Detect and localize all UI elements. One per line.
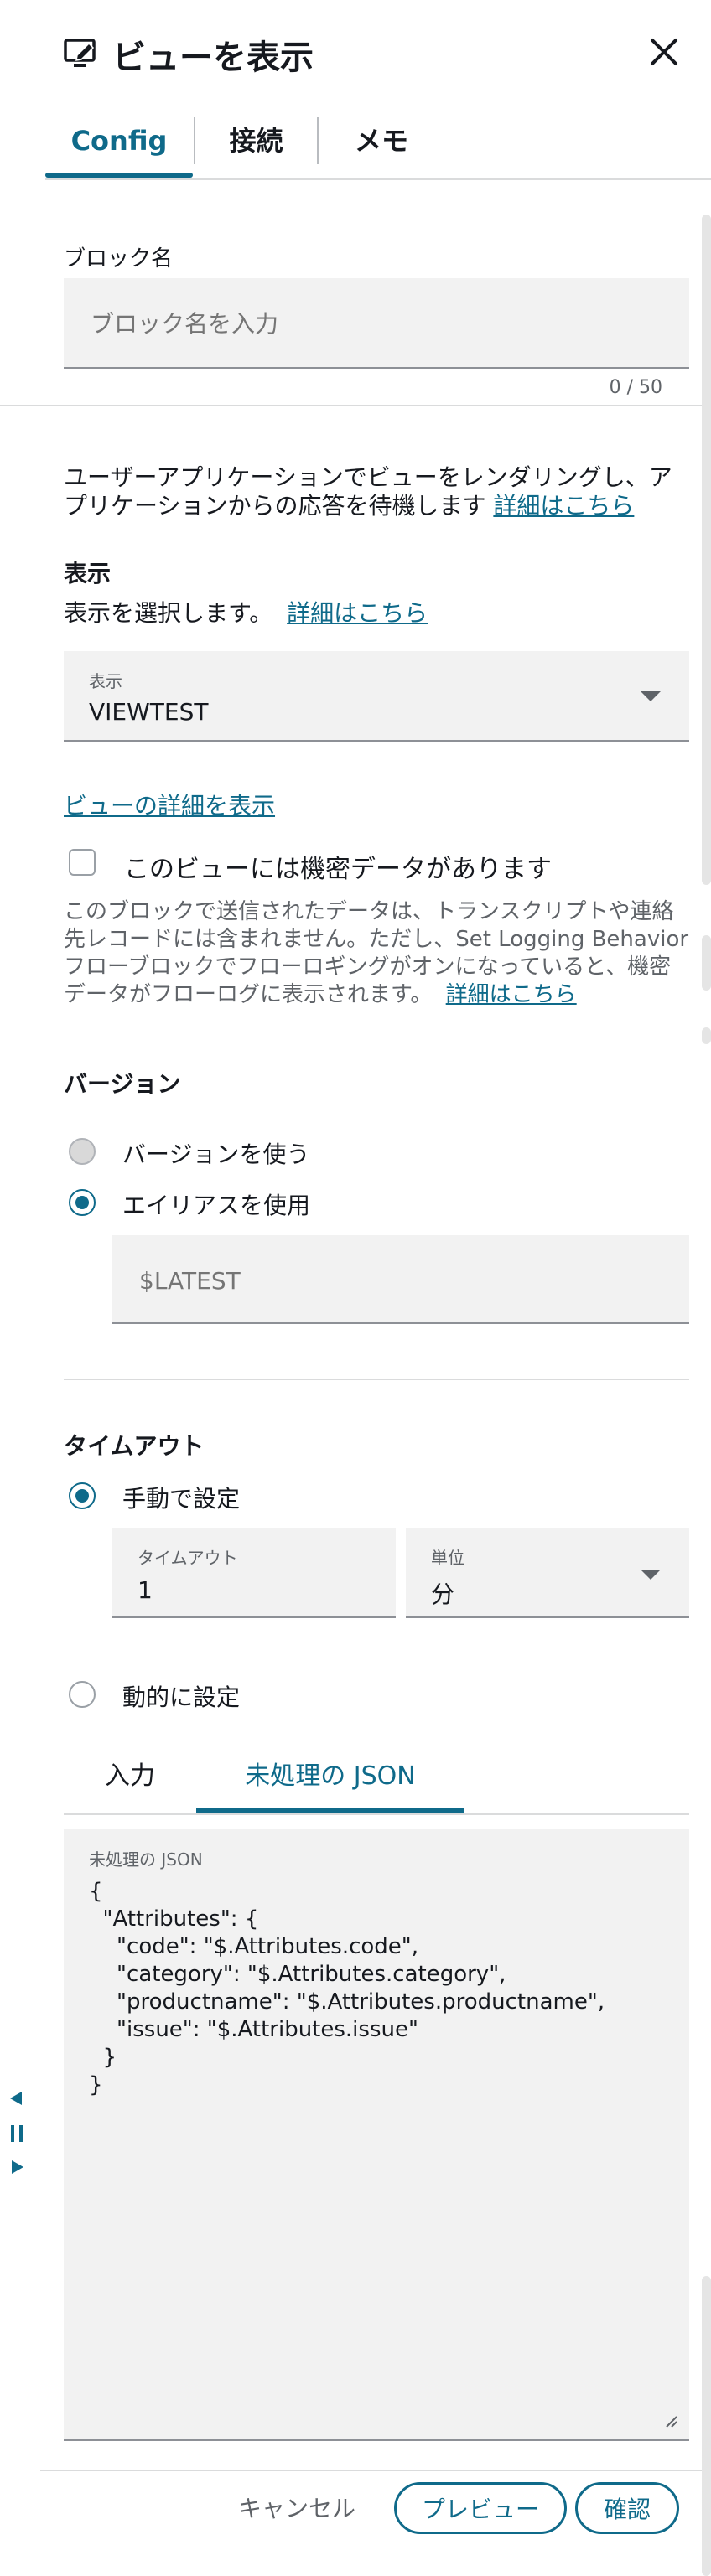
triangle-right-icon[interactable] bbox=[8, 2159, 25, 2175]
timeout-field-label: タイムアウト bbox=[138, 1548, 238, 1568]
timeout-radio-manual[interactable] bbox=[69, 1482, 96, 1509]
section-divider bbox=[0, 405, 711, 406]
json-tabs-underline bbox=[64, 1813, 689, 1815]
header-icon bbox=[64, 37, 101, 70]
description-line-2: プリケーションからの応答を待機します bbox=[64, 492, 486, 520]
display-select-value: VIEWTEST bbox=[89, 698, 209, 726]
scrollbar-segment bbox=[702, 935, 711, 991]
tab-raw-json[interactable]: 未処理の JSON bbox=[196, 1751, 464, 1808]
version-radio-use-alias[interactable] bbox=[69, 1189, 96, 1216]
description-learn-more-link[interactable]: 詳細はこちら bbox=[493, 492, 634, 520]
tab-notes[interactable]: メモ bbox=[319, 117, 444, 168]
display-select-label: 表示 bbox=[89, 671, 122, 691]
tab-input-label: 入力 bbox=[105, 1761, 155, 1791]
timeout-heading: タイムアウト bbox=[64, 1432, 205, 1460]
block-name-input[interactable] bbox=[89, 302, 662, 345]
scrollbar[interactable] bbox=[702, 215, 711, 885]
sensitive-learn-more-link[interactable]: 詳細はこちら bbox=[446, 982, 577, 1007]
tab-connections-label: 接続 bbox=[229, 125, 283, 157]
sensitive-note-line-3: フローブロックでフローロギングがオンになっていると、機密 bbox=[64, 954, 672, 980]
block-name-field[interactable] bbox=[64, 278, 689, 369]
timeout-radio-dynamic[interactable] bbox=[69, 1681, 96, 1708]
tab-config[interactable]: Config bbox=[45, 117, 193, 179]
tab-config-label: Config bbox=[70, 125, 168, 157]
tabs-underline bbox=[45, 178, 711, 180]
view-details-link[interactable]: ビューの詳細を表示 bbox=[64, 788, 275, 821]
preview-button[interactable]: プレビュー bbox=[394, 2482, 567, 2534]
raw-json-textarea[interactable]: 未処理の JSON { "Attributes": { "code": "$.A… bbox=[64, 1829, 689, 2441]
sensitive-note-line-2: 先レコードには含まれません。ただし、Set Logging Behavior bbox=[64, 927, 689, 952]
version-radio-use-version[interactable] bbox=[69, 1138, 96, 1165]
description-line-2-wrap: プリケーションからの応答を待機します 詳細はこちら bbox=[64, 488, 634, 521]
block-name-counter: 0 / 50 bbox=[609, 377, 662, 398]
tab-raw-json-label: 未処理の JSON bbox=[245, 1761, 416, 1791]
resize-handle-icon[interactable] bbox=[664, 2414, 677, 2428]
alias-input[interactable] bbox=[138, 1259, 661, 1302]
footer-divider bbox=[40, 2470, 711, 2471]
panel-title: ビューを表示 bbox=[112, 39, 314, 77]
unit-select[interactable]: 単位 分 bbox=[406, 1528, 689, 1618]
display-subtext: 表示を選択します。 bbox=[64, 599, 273, 627]
sensitive-note-line-4: データがフローログに表示されます。 bbox=[64, 982, 433, 1007]
tab-connections[interactable]: 接続 bbox=[195, 117, 317, 168]
chevron-down-icon bbox=[641, 691, 661, 701]
unit-select-label: 単位 bbox=[431, 1548, 464, 1568]
display-heading: 表示 bbox=[64, 560, 112, 587]
sensitive-data-checkbox[interactable] bbox=[69, 849, 96, 876]
timeout-field[interactable]: タイムアウト 1 bbox=[112, 1528, 396, 1618]
cancel-button[interactable]: キャンセル bbox=[238, 2489, 356, 2529]
scrollbar-segment bbox=[702, 2276, 711, 2576]
sensitive-note-line-1: このブロックで送信されたデータは、トランスクリプトや連絡 bbox=[64, 899, 674, 924]
timeout-field-value: 1 bbox=[138, 1576, 153, 1604]
confirm-button[interactable]: 確認 bbox=[575, 2482, 679, 2534]
display-select[interactable]: 表示 VIEWTEST bbox=[64, 651, 689, 742]
tab-input[interactable]: 入力 bbox=[64, 1751, 196, 1808]
raw-json-content: { "Attributes": { "code": "$.Attributes.… bbox=[89, 1879, 605, 2098]
unit-select-value: 分 bbox=[431, 1580, 455, 1608]
sensitive-data-label: このビューには機密データがあります bbox=[124, 855, 552, 884]
tab-notes-label: メモ bbox=[354, 125, 408, 157]
sensitive-note-line-4-wrap: データがフローログに表示されます。 詳細はこちら bbox=[64, 977, 577, 1008]
section-divider bbox=[64, 1379, 689, 1380]
tab-raw-json-indicator bbox=[196, 1808, 464, 1813]
version-heading: バージョン bbox=[64, 1070, 181, 1098]
chevron-down-icon bbox=[641, 1570, 661, 1580]
scrollbar-segment bbox=[702, 1027, 711, 1044]
raw-json-label: 未処理の JSON bbox=[89, 1849, 203, 1870]
pause-icon[interactable] bbox=[8, 2123, 25, 2144]
close-icon[interactable] bbox=[647, 35, 681, 69]
display-subtext-wrap: 表示を選択します。 詳細はこちら bbox=[64, 595, 428, 628]
display-learn-more-link[interactable]: 詳細はこちら bbox=[287, 599, 428, 627]
alias-field[interactable] bbox=[112, 1235, 689, 1324]
alias-option-label: エイリアスを使用 bbox=[122, 1192, 311, 1219]
timeout-manual-label: 手動で設定 bbox=[122, 1485, 241, 1513]
triangle-left-icon[interactable] bbox=[8, 2090, 25, 2107]
block-name-label: ブロック名 bbox=[64, 246, 174, 272]
timeout-dynamic-label: 動的に設定 bbox=[122, 1684, 241, 1711]
version-option-label: バージョンを使う bbox=[122, 1141, 310, 1168]
tab-config-indicator bbox=[45, 173, 193, 178]
